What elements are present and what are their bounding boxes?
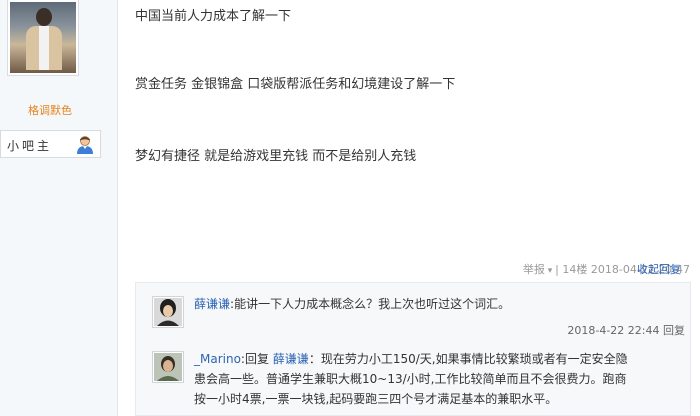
reply-content: ：现在劳力小工150/天,如果事情比较繁琐或者有一定安全隐 — [308, 352, 628, 366]
post-text-line: 赏金任务 金银锦盒 口袋版帮派任务和幻境建设了解一下 — [135, 77, 456, 92]
reply-avatar[interactable] — [152, 296, 184, 328]
reply-username[interactable]: 薛谦谦 — [194, 297, 230, 311]
reply-button[interactable]: 回复 — [663, 324, 685, 337]
reply-meta: 2018-4-22 22:44 回复 — [567, 322, 685, 338]
reply-content: 患会高一些。普通学生兼职大概10~13/小时,工作比较简单而且不会很费力。跑商 — [194, 372, 627, 386]
collapse-replies-button[interactable]: 收起回复 — [637, 261, 681, 277]
author-sidebar: 格调默色 小吧主 — [0, 0, 118, 416]
reply-content: 按一小时4票,一票一块钱,起码要跑三四个号才满足基本的兼职水平。 — [194, 392, 558, 406]
reply-username[interactable]: _Marino — [194, 352, 241, 366]
reply-target-user[interactable]: 薛谦谦 — [273, 352, 309, 366]
author-username[interactable]: 格调默色 — [0, 102, 100, 118]
post-text-line: 中国当前人力成本了解一下 — [135, 9, 292, 24]
user-avatar-icon — [154, 353, 182, 381]
chevron-down-icon[interactable]: ▾ — [545, 266, 555, 276]
report-button[interactable]: 举报 — [523, 263, 545, 276]
moderator-icon — [77, 136, 93, 154]
reply-time: 2018-4-22 22:44 — [567, 324, 660, 337]
reply-avatar[interactable] — [152, 351, 184, 383]
rank-badge: 小吧主 — [0, 130, 101, 158]
reply-list: 薛谦谦:能讲一下人力成本概念么？我上次也听过这个词汇。 2018-4-22 22… — [135, 282, 691, 416]
user-avatar-icon — [154, 298, 182, 326]
reply-text: 薛谦谦:能讲一下人力成本概念么？我上次也听过这个词汇。 — [194, 294, 510, 314]
reply-prefix: 回复 — [244, 352, 273, 366]
author-avatar[interactable] — [7, 0, 79, 76]
rank-label: 小吧主 — [7, 139, 53, 153]
post-meta: 举报 ▾ | 14楼 2018-04-22 20:47 — [522, 263, 690, 276]
floor-number: 14楼 — [562, 263, 588, 276]
reply-content: 能讲一下人力成本概念么？我上次也听过这个词汇。 — [234, 297, 511, 311]
post-text-line: 梦幻有捷径 就是给游戏里充钱 而不是给别人充钱 — [135, 149, 417, 164]
author-photo — [10, 2, 76, 73]
reply-text: _Marino:回复 薛谦谦：现在劳力小工150/天,如果事情比较繁琐或者有一定… — [194, 349, 674, 409]
